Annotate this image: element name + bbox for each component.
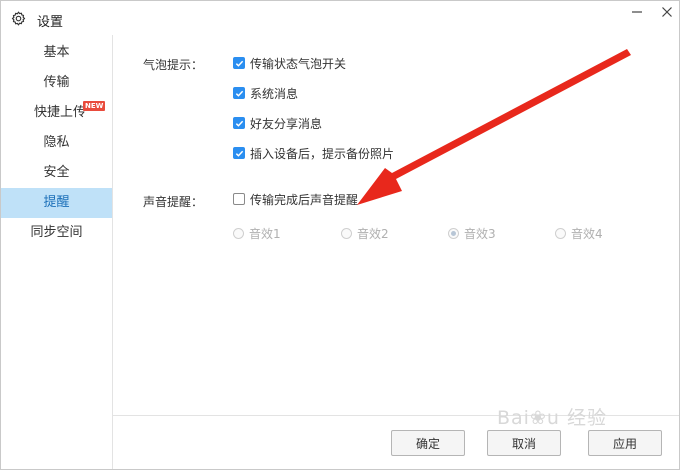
radio-icon — [555, 227, 566, 239]
sidebar-item-label: 传输 — [43, 75, 70, 90]
checkbox-system-message[interactable]: 系统消息 — [233, 85, 298, 101]
sidebar-item-label: 快捷上传 — [34, 105, 87, 120]
bubble-section-label: 气泡提示： — [143, 58, 204, 72]
checkbox-checked-icon — [233, 87, 245, 99]
sidebar-item-quick-upload[interactable]: 快捷上传 NEW — [1, 98, 112, 128]
new-badge: NEW — [83, 101, 106, 111]
title-bar: 设置 — [1, 1, 679, 35]
sidebar-item-reminder[interactable]: 提醒 — [1, 188, 112, 218]
close-button[interactable] — [653, 3, 679, 23]
window-title: 设置 — [37, 15, 64, 30]
radio-icon — [341, 227, 352, 239]
checkbox-label: 好友分享消息 — [250, 116, 323, 131]
dialog-footer: 确定 取消 应用 — [113, 415, 679, 469]
checkbox-friend-share[interactable]: 好友分享消息 — [233, 115, 322, 131]
radio-effect-2[interactable]: 音效2 — [341, 225, 389, 241]
checkbox-label: 系统消息 — [250, 86, 299, 101]
radio-label: 音效1 — [249, 226, 281, 241]
close-icon — [661, 6, 673, 21]
checkbox-sound-reminder[interactable]: 传输完成后声音提醒 — [233, 191, 358, 207]
checkbox-unchecked-icon — [233, 193, 245, 205]
sidebar-item-transfer[interactable]: 传输 — [1, 68, 112, 98]
sidebar-item-sync-space[interactable]: 同步空间 — [1, 218, 112, 248]
sidebar-item-security[interactable]: 安全 — [1, 158, 112, 188]
radio-effect-4[interactable]: 音效4 — [555, 225, 603, 241]
radio-label: 音效3 — [464, 226, 496, 241]
sidebar-item-label: 提醒 — [43, 195, 70, 210]
sidebar-item-basic[interactable]: 基本 — [1, 38, 112, 68]
checkbox-checked-icon — [233, 147, 245, 159]
settings-sidebar: 基本 传输 快捷上传 NEW 隐私 安全 提醒 同步空间 — [1, 35, 113, 469]
sidebar-item-privacy[interactable]: 隐私 — [1, 128, 112, 158]
radio-icon — [233, 227, 244, 239]
checkbox-label: 传输完成后声音提醒 — [250, 192, 359, 207]
apply-button[interactable]: 应用 — [588, 430, 662, 456]
cancel-button[interactable]: 取消 — [487, 430, 561, 456]
checkbox-checked-icon — [233, 57, 245, 69]
radio-effect-3[interactable]: 音效3 — [448, 225, 496, 241]
minimize-icon — [631, 6, 643, 21]
ok-button[interactable]: 确定 — [391, 430, 465, 456]
radio-label: 音效2 — [357, 226, 389, 241]
minimize-button[interactable] — [623, 3, 651, 23]
checkbox-transfer-bubble[interactable]: 传输状态气泡开关 — [233, 55, 346, 71]
sidebar-item-label: 同步空间 — [30, 225, 83, 240]
radio-effect-1[interactable]: 音效1 — [233, 225, 281, 241]
sidebar-item-label: 安全 — [43, 165, 70, 180]
checkbox-backup-photos[interactable]: 插入设备后，提示备份照片 — [233, 145, 394, 161]
sidebar-item-label: 基本 — [43, 45, 70, 60]
checkbox-checked-icon — [233, 117, 245, 129]
settings-window: 设置 基本 传输 快捷上传 NEW 隐私 安全 提醒 同步空间 气泡提示： 传输… — [0, 0, 680, 470]
checkbox-label: 传输状态气泡开关 — [250, 56, 347, 71]
sidebar-item-label: 隐私 — [43, 135, 70, 150]
checkbox-label: 插入设备后，提示备份照片 — [250, 146, 395, 161]
gear-icon — [11, 11, 26, 26]
radio-label: 音效4 — [571, 226, 603, 241]
sound-section-label: 声音提醒： — [143, 195, 204, 209]
settings-content: 气泡提示： 传输状态气泡开关 系统消息 好友分享消息 插入设备后，提示备份照片 — [113, 35, 679, 469]
radio-selected-icon — [448, 227, 459, 239]
